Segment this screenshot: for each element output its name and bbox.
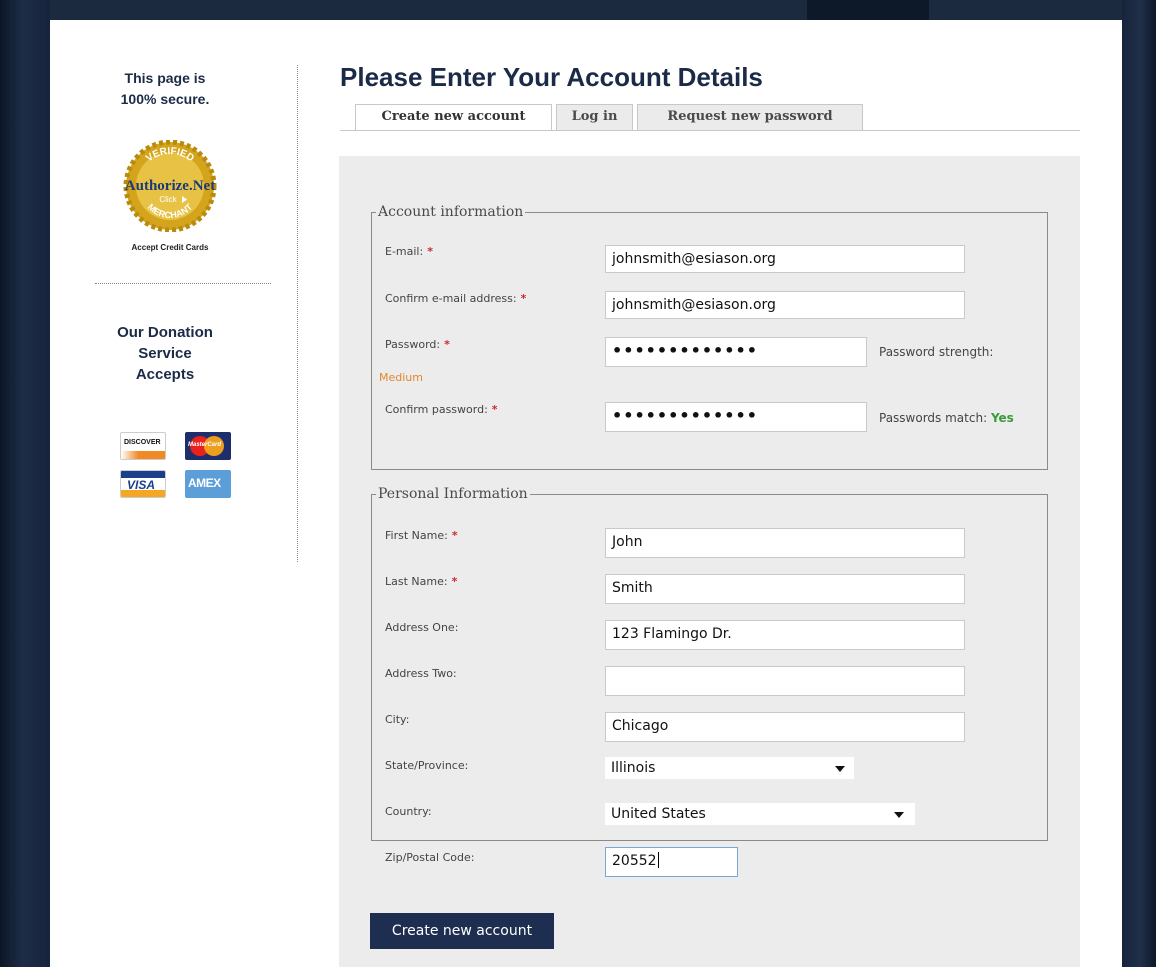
page-content: This page is 100% secure. VERIFIED Autho…	[50, 0, 1122, 967]
mastercard-label: MasterCard	[188, 442, 222, 448]
discover-card-stripe	[121, 451, 165, 459]
secure-line-2: 100% secure.	[120, 91, 210, 107]
required-marker: *	[451, 529, 458, 542]
state-select-value: Illinois	[611, 760, 656, 776]
visa-bottom-band	[121, 490, 165, 497]
password-strength-label: Password strength:	[879, 345, 994, 359]
last-name-label-caption: Last Name:	[385, 575, 448, 588]
page-title: Please Enter Your Account Details	[340, 62, 763, 92]
password-strength-value: Medium	[379, 371, 423, 384]
email-label: E-mail: *	[385, 245, 433, 258]
state-label: State/Province:	[385, 759, 469, 772]
chevron-down-icon	[894, 812, 904, 818]
donation-line-3: Accepts	[135, 366, 195, 383]
authorize-net-seal[interactable]: VERIFIED Authorize.Net Click MERCHANT	[116, 140, 224, 232]
country-label: Country:	[385, 805, 432, 818]
required-marker: *	[451, 575, 458, 588]
zip-field[interactable]: 20552	[605, 847, 738, 877]
required-marker: *	[491, 403, 498, 416]
first-name-label-text: First Name:	[385, 529, 448, 542]
donation-notice: Our Donation Service Accepts	[100, 322, 230, 385]
account-information-fieldset: Account information E-mail: * johnsmith@e…	[371, 203, 1048, 470]
confirm-email-label: Confirm e-mail address: *	[385, 292, 526, 305]
secure-notice: This page is 100% secure.	[100, 68, 230, 110]
tab-request-password[interactable]: Request new password	[637, 104, 863, 130]
city-label: City:	[385, 713, 410, 726]
passwords-match-label: Passwords match:	[879, 411, 988, 425]
passwords-match-indicator: Passwords match: Yes	[879, 411, 1014, 425]
create-account-button[interactable]: Create new account	[370, 913, 554, 949]
donation-line-1: Our Donation	[117, 324, 213, 341]
country-select[interactable]: United States	[605, 803, 915, 825]
address-two-label: Address Two:	[385, 667, 457, 680]
confirm-email-label-text: Confirm e-mail address:	[385, 292, 517, 305]
required-marker: *	[520, 292, 527, 305]
personal-information-fieldset: Personal Information First Name:* John S…	[371, 485, 1048, 877]
last-name-field[interactable]: Smith	[605, 574, 965, 604]
password-field[interactable]: •••••••••••••	[605, 337, 867, 367]
confirm-password-field[interactable]: •••••••••••••	[605, 402, 867, 432]
column-divider	[297, 65, 298, 562]
discover-card-icon: DISCOVER	[120, 432, 166, 460]
email-label-text: E-mail:	[385, 245, 424, 258]
address-one-field[interactable]: 123 Flamingo Dr.	[605, 620, 965, 650]
sidebar-divider	[95, 283, 271, 284]
donation-line-2: Service	[138, 345, 192, 362]
city-field[interactable]: Chicago	[605, 712, 965, 742]
seal-caption: Accept Credit Cards	[131, 243, 209, 252]
text-cursor	[657, 852, 659, 868]
country-select-value: United States	[611, 806, 706, 822]
confirm-email-field[interactable]: johnsmith@esiason.org	[605, 291, 965, 319]
top-nav-item[interactable]	[807, 0, 929, 20]
amex-card-label: AMEX	[188, 476, 221, 490]
seal-click-text: Click	[159, 195, 177, 204]
top-nav-bar	[50, 0, 1122, 20]
address-two-field[interactable]	[605, 666, 965, 696]
first-name-field[interactable]: John	[605, 528, 965, 558]
discover-card-label: DISCOVER	[124, 439, 161, 446]
email-field[interactable]: johnsmith@esiason.org	[605, 245, 965, 273]
passwords-match-value: Yes	[990, 411, 1014, 425]
state-select[interactable]: Illinois	[605, 757, 854, 779]
address-one-label: Address One:	[385, 621, 459, 634]
confirm-password-label-text: Confirm password:	[385, 403, 488, 416]
account-information-legend: Account information	[376, 203, 526, 221]
password-label: Password: *	[385, 338, 450, 351]
visa-top-band	[121, 471, 165, 478]
amex-card-icon: AMEX	[185, 470, 231, 498]
seal-brand-text: Authorize.Net	[125, 178, 215, 194]
registration-form: Account information E-mail: * johnsmith@e…	[339, 156, 1080, 967]
zip-label: Zip/Postal Code:	[385, 851, 475, 864]
password-label-text: Password:	[385, 338, 441, 351]
tabs-baseline	[340, 130, 1080, 131]
required-marker: *	[444, 338, 450, 351]
last-name-label: SmithLast Name:*	[385, 575, 457, 588]
mastercard-icon: MasterCard	[185, 432, 231, 460]
visa-card-icon: VISA	[120, 470, 166, 498]
zip-field-value: 20552	[612, 853, 657, 869]
first-name-label: First Name: *	[385, 529, 458, 542]
secure-line-1: This page is	[124, 70, 206, 86]
tab-log-in[interactable]: Log in	[556, 104, 633, 130]
tab-create-account[interactable]: Create new account	[355, 104, 552, 131]
right-page-border	[1122, 0, 1156, 967]
confirm-password-label: Confirm password: *	[385, 403, 498, 416]
personal-information-legend: Personal Information	[376, 485, 530, 503]
chevron-down-icon	[835, 766, 845, 772]
left-page-border	[0, 0, 50, 967]
required-marker: *	[427, 245, 433, 258]
